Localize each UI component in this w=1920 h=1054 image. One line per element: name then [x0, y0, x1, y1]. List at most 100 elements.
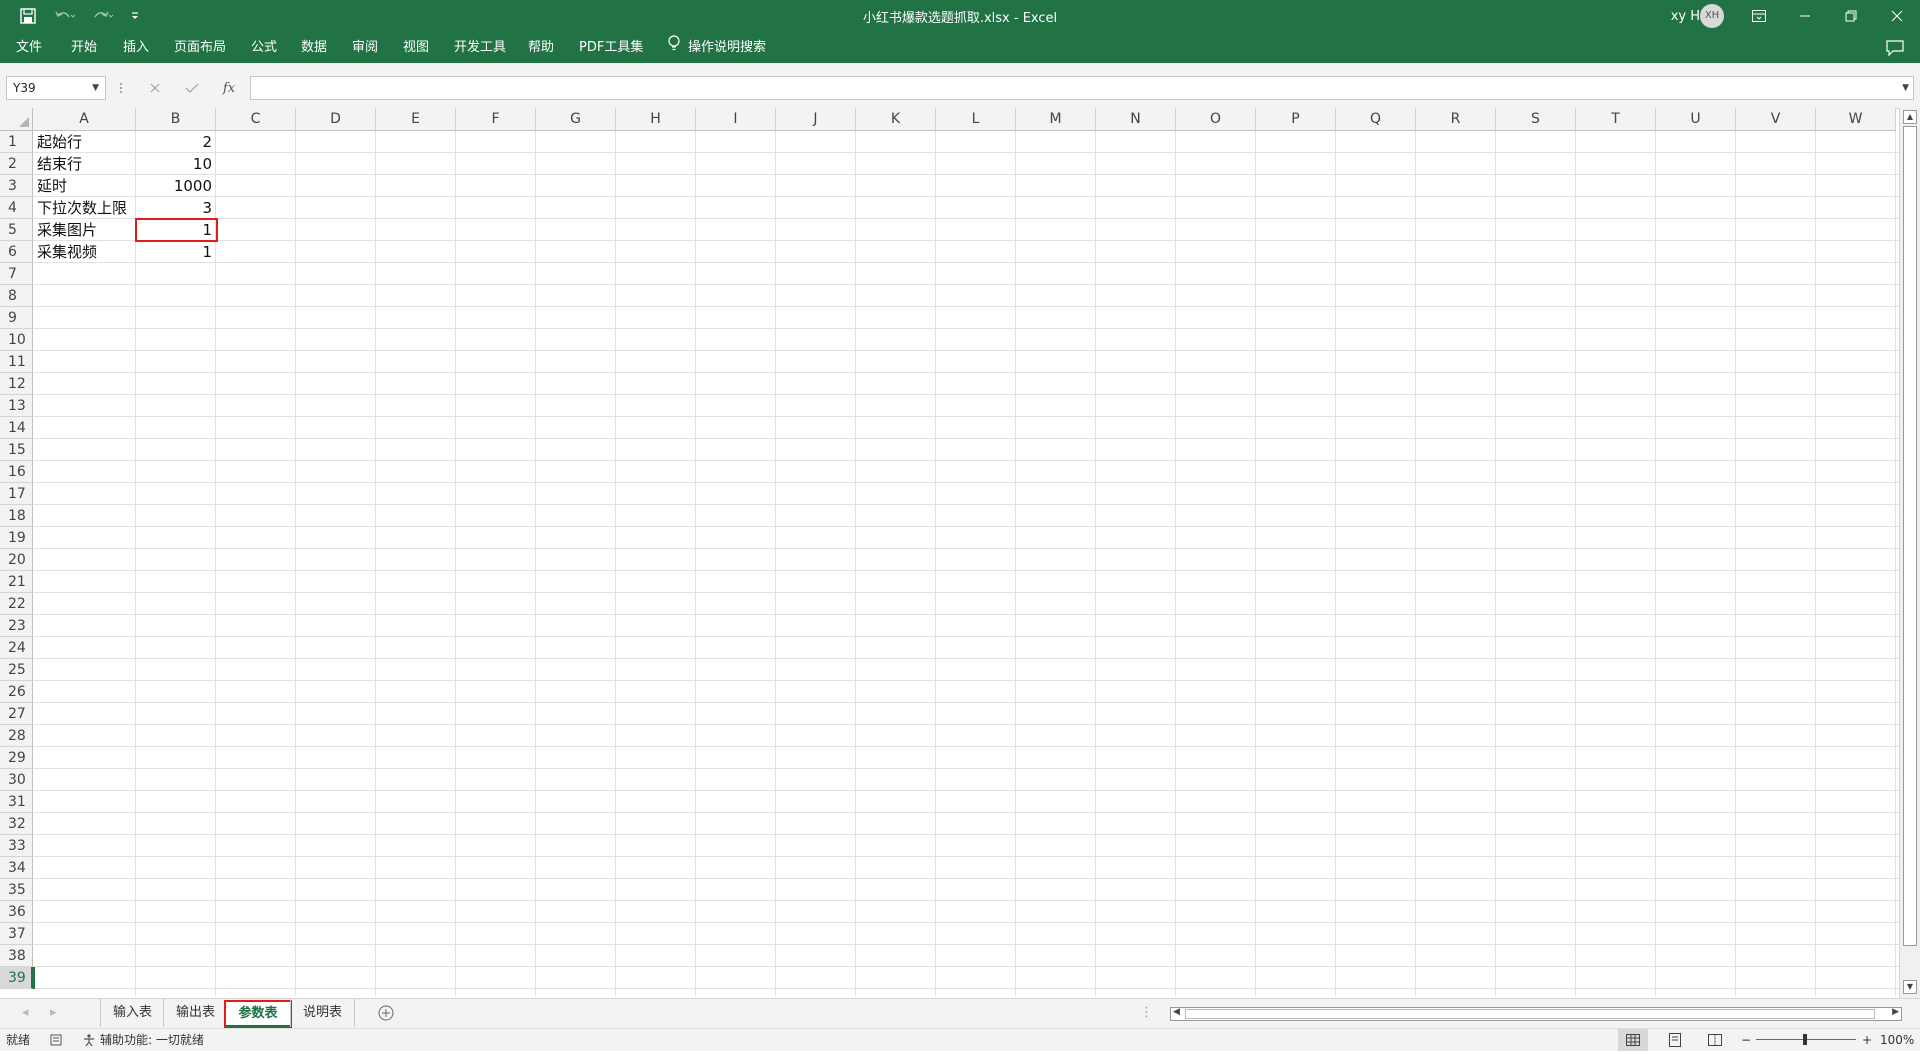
name-box[interactable]: Y39 ▼: [6, 76, 106, 100]
row-header-7[interactable]: 7: [0, 263, 33, 285]
row-header-16[interactable]: 16: [0, 461, 33, 483]
tab-file[interactable]: 文件: [8, 32, 50, 63]
tab-page-layout[interactable]: 页面布局: [166, 32, 234, 63]
select-all-corner[interactable]: [0, 108, 33, 131]
column-header-g[interactable]: G: [536, 108, 616, 131]
row-header-21[interactable]: 21: [0, 571, 33, 593]
row-header-14[interactable]: 14: [0, 417, 33, 439]
column-header-c[interactable]: C: [216, 108, 296, 131]
row-header-8[interactable]: 8: [0, 285, 33, 307]
column-header-t[interactable]: T: [1576, 108, 1656, 131]
redo-icon[interactable]: [86, 0, 120, 32]
row-header-27[interactable]: 27: [0, 703, 33, 725]
normal-view-icon[interactable]: [1618, 1029, 1648, 1051]
column-header-k[interactable]: K: [856, 108, 936, 131]
tab-home[interactable]: 开始: [63, 32, 105, 63]
tab-review[interactable]: 审阅: [344, 32, 386, 63]
cell-a4[interactable]: 下拉次数上限: [33, 197, 136, 219]
row-header-6[interactable]: 6: [0, 241, 33, 263]
column-header-n[interactable]: N: [1096, 108, 1176, 131]
enter-icon[interactable]: [175, 76, 209, 100]
column-header-f[interactable]: F: [456, 108, 536, 131]
row-header-29[interactable]: 29: [0, 747, 33, 769]
scroll-tabs-left-icon[interactable]: ◂: [16, 999, 35, 1027]
row-header-25[interactable]: 25: [0, 659, 33, 681]
row-header-2[interactable]: 2: [0, 153, 33, 175]
sheet-tab-input[interactable]: 输入表: [100, 999, 164, 1027]
cell-a5[interactable]: 采集图片: [33, 219, 136, 241]
row-header-15[interactable]: 15: [0, 439, 33, 461]
tab-pdf-tools[interactable]: PDF工具集: [571, 32, 651, 63]
macro-record-icon[interactable]: [50, 1029, 62, 1051]
column-header-o[interactable]: O: [1176, 108, 1256, 131]
row-header-20[interactable]: 20: [0, 549, 33, 571]
column-header-v[interactable]: V: [1736, 108, 1816, 131]
cell-b6[interactable]: 1: [136, 241, 216, 263]
sheet-tab-params[interactable]: 参数表: [224, 1000, 292, 1028]
column-header-q[interactable]: Q: [1336, 108, 1416, 131]
column-header-d[interactable]: D: [296, 108, 376, 131]
row-header-9[interactable]: 9: [0, 307, 33, 329]
save-icon[interactable]: [14, 0, 42, 32]
sheet-tab-notes[interactable]: 说明表: [290, 999, 356, 1027]
ribbon-display-options-icon[interactable]: [1736, 0, 1782, 32]
column-header-j[interactable]: J: [776, 108, 856, 131]
user-name[interactable]: xy H: [1650, 0, 1700, 32]
horizontal-scrollbar[interactable]: ◀ ▶: [1170, 1007, 1902, 1021]
scroll-tabs-right-icon[interactable]: ▸: [44, 999, 63, 1027]
cell-b3[interactable]: 1000: [136, 175, 216, 197]
row-header-26[interactable]: 26: [0, 681, 33, 703]
row-header-10[interactable]: 10: [0, 329, 33, 351]
scroll-left-icon[interactable]: ◀: [1173, 1007, 1180, 1017]
row-header-11[interactable]: 11: [0, 351, 33, 373]
close-icon[interactable]: [1874, 0, 1920, 32]
avatar[interactable]: XH: [1700, 0, 1724, 32]
row-header-13[interactable]: 13: [0, 395, 33, 417]
zoom-in-button[interactable]: +: [1862, 1029, 1872, 1051]
row-header-30[interactable]: 30: [0, 769, 33, 791]
scroll-up-icon[interactable]: ▲: [1903, 110, 1917, 124]
row-header-36[interactable]: 36: [0, 901, 33, 923]
column-header-h[interactable]: H: [616, 108, 696, 131]
scroll-down-icon[interactable]: ▼: [1903, 980, 1917, 994]
cell-b4[interactable]: 3: [136, 197, 216, 219]
column-header-s[interactable]: S: [1496, 108, 1576, 131]
row-header-28[interactable]: 28: [0, 725, 33, 747]
row-header-23[interactable]: 23: [0, 615, 33, 637]
tab-formulas[interactable]: 公式: [243, 32, 285, 63]
cancel-icon[interactable]: [138, 76, 172, 100]
zoom-slider-thumb[interactable]: [1803, 1034, 1807, 1045]
row-header-24[interactable]: 24: [0, 637, 33, 659]
cell-b2[interactable]: 10: [136, 153, 216, 175]
page-break-view-icon[interactable]: [1700, 1029, 1730, 1051]
row-header-19[interactable]: 19: [0, 527, 33, 549]
row-header-33[interactable]: 33: [0, 835, 33, 857]
row-header-37[interactable]: 37: [0, 923, 33, 945]
column-header-r[interactable]: R: [1416, 108, 1496, 131]
tab-data[interactable]: 数据: [293, 32, 335, 63]
page-layout-view-icon[interactable]: [1660, 1029, 1690, 1051]
zoom-out-button[interactable]: −: [1741, 1029, 1751, 1051]
row-header-18[interactable]: 18: [0, 505, 33, 527]
row-header-3[interactable]: 3: [0, 175, 33, 197]
vertical-scrollbar[interactable]: ▲ ▼: [1899, 108, 1920, 998]
cells-area[interactable]: 起始行 2 结束行 10 延时 1000 下拉次数上限 3 采集图片 1 采集视频 1: [33, 131, 1899, 996]
column-header-e[interactable]: E: [376, 108, 456, 131]
tab-developer[interactable]: 开发工具: [446, 32, 514, 63]
restore-icon[interactable]: [1828, 0, 1874, 32]
minimize-icon[interactable]: [1782, 0, 1828, 32]
column-header-m[interactable]: M: [1016, 108, 1096, 131]
row-header-4[interactable]: 4: [0, 197, 33, 219]
row-header-22[interactable]: 22: [0, 593, 33, 615]
expand-formula-icon[interactable]: ▼: [1902, 77, 1909, 99]
chevron-down-icon[interactable]: ▼: [92, 77, 99, 99]
row-header-34[interactable]: 34: [0, 857, 33, 879]
vertical-scroll-thumb[interactable]: [1903, 126, 1917, 946]
column-header-l[interactable]: L: [936, 108, 1016, 131]
row-header-5[interactable]: 5: [0, 219, 33, 241]
insert-function-button[interactable]: fx: [212, 76, 246, 100]
horizontal-scroll-thumb[interactable]: [1185, 1009, 1875, 1019]
row-header-17[interactable]: 17: [0, 483, 33, 505]
cell-a1[interactable]: 起始行: [33, 131, 136, 153]
scroll-right-icon[interactable]: ▶: [1892, 1007, 1899, 1017]
